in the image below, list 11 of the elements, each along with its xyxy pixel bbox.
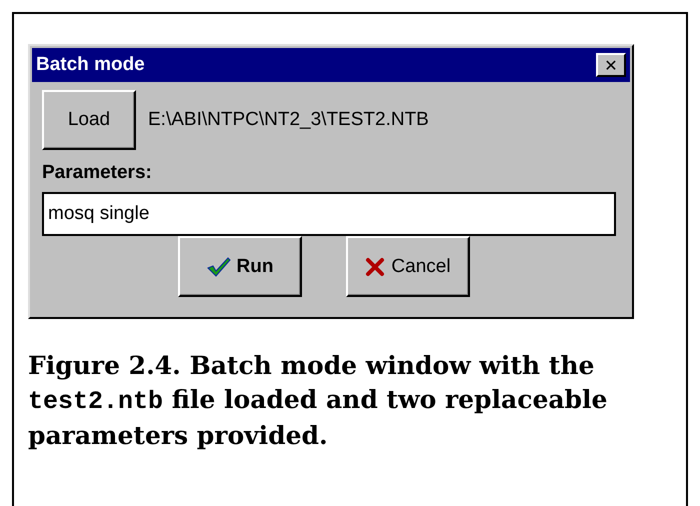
run-button[interactable]: Run — [178, 236, 302, 297]
figure-caption: Figure 2.4. Batch mode window with the test2.ntb file loaded and two replaceable parameters provided. — [28, 350, 608, 452]
checkmark-icon — [206, 256, 231, 276]
parameters-field[interactable]: mosq single — [42, 192, 616, 236]
cross-icon — [365, 256, 386, 276]
parameters-label: Parameters: — [42, 162, 153, 184]
window-title: Batch mode — [36, 54, 145, 76]
close-button[interactable]: ✕ — [596, 53, 626, 77]
cancel-button[interactable]: Cancel — [346, 236, 470, 297]
file-path: E:\ABI\NTPC\NT2_3\TEST2.NTB — [148, 109, 429, 131]
load-button[interactable]: Load — [42, 90, 136, 150]
